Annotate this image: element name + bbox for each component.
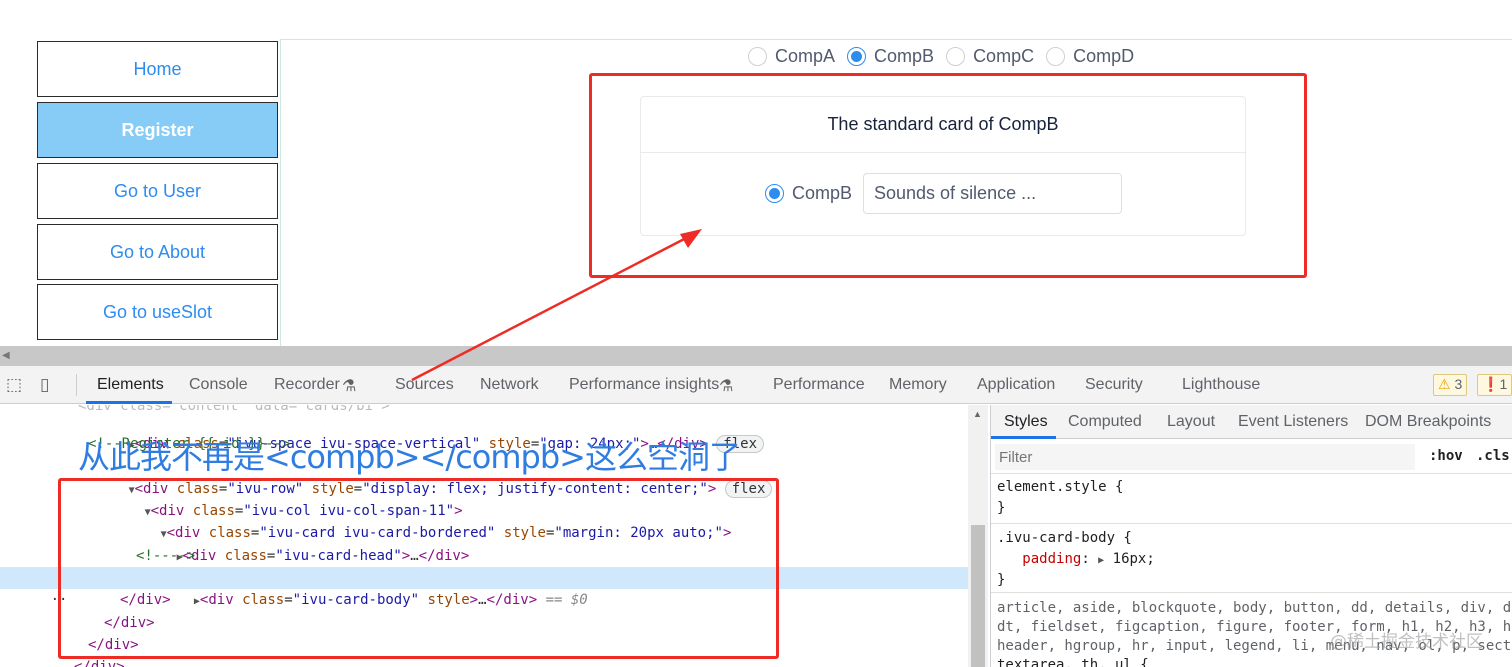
rule-selector[interactable]: .ivu-card-body { bbox=[991, 528, 1512, 549]
radio-compc[interactable]: CompC bbox=[946, 46, 1034, 67]
watermark: @稀土掘金技术社区 bbox=[1330, 632, 1483, 652]
devtools-resize-bar[interactable]: ◀ bbox=[0, 346, 1512, 366]
inspect-element-icon[interactable]: ⬚ bbox=[6, 375, 22, 395]
annotation-box-top bbox=[589, 73, 1307, 278]
tab-styles[interactable]: Styles bbox=[1004, 413, 1048, 431]
nav-go-to-about[interactable]: Go to About bbox=[37, 224, 278, 280]
nav-useslot-label: Go to useSlot bbox=[102, 301, 213, 322]
radio-circle[interactable] bbox=[946, 46, 966, 66]
rule-close: } bbox=[997, 500, 1006, 516]
warnings-badge[interactable]: ⚠ 3 bbox=[1433, 374, 1468, 396]
tab-performance-insights[interactable]: Performance insights bbox=[569, 376, 719, 394]
active-tab-indicator bbox=[86, 401, 172, 404]
flask-icon: ⚗ bbox=[719, 378, 734, 395]
rule-value[interactable]: 16px; bbox=[1113, 551, 1155, 567]
nav-register[interactable]: Register bbox=[37, 102, 278, 158]
rule-declaration[interactable]: padding: ▶ 16px; bbox=[991, 549, 1512, 570]
tab-console[interactable]: Console bbox=[189, 376, 248, 394]
hov-toggle[interactable]: :hov bbox=[1429, 448, 1463, 464]
issues-count: 1 bbox=[1499, 376, 1508, 392]
tab-event-listeners[interactable]: Event Listeners bbox=[1238, 413, 1348, 431]
radio-compb[interactable]: CompB bbox=[847, 46, 934, 67]
radio-compc-label: CompC bbox=[973, 45, 1035, 66]
tab-security[interactable]: Security bbox=[1085, 376, 1143, 394]
expand-triangle-icon[interactable]: ▶ bbox=[1098, 555, 1104, 566]
tab-recorder[interactable]: Recorder bbox=[274, 376, 340, 394]
styles-tabs: Styles Computed Layout Event Listeners D… bbox=[991, 405, 1512, 439]
cls-toggle[interactable]: .cls bbox=[1476, 448, 1510, 464]
tab-dom-breakpoints[interactable]: DOM Breakpoints bbox=[1365, 413, 1491, 431]
flask-icon: ⚗ bbox=[342, 378, 357, 395]
active-subtab-indicator bbox=[991, 436, 1056, 439]
warnings-count: 3 bbox=[1454, 376, 1463, 392]
nav-register-label: Register bbox=[121, 119, 194, 140]
tab-memory[interactable]: Memory bbox=[889, 376, 947, 394]
annotation-caption: 从此我不再是<compb></compb>这么空洞了 bbox=[78, 438, 741, 476]
tab-lighthouse[interactable]: Lighthouse bbox=[1182, 376, 1260, 394]
radio-compa-label: CompA bbox=[775, 45, 836, 66]
device-toolbar-icon[interactable]: ▯ bbox=[40, 375, 49, 395]
tree-line[interactable]: ▶<div class="ivu-space ivu-space-vertica… bbox=[78, 411, 765, 453]
tab-performance[interactable]: Performance bbox=[773, 376, 865, 394]
styles-filter-input[interactable] bbox=[995, 444, 1415, 470]
tab-computed[interactable]: Computed bbox=[1068, 413, 1142, 431]
rule-selector-line[interactable]: textarea, th, ul { bbox=[991, 656, 1512, 667]
annotation-box-bottom bbox=[58, 478, 779, 659]
radio-compa[interactable]: CompA bbox=[748, 46, 835, 67]
tab-elements[interactable]: Elements bbox=[97, 376, 164, 394]
radio-circle-checked[interactable] bbox=[847, 46, 867, 66]
issues-badge[interactable]: ❗1 bbox=[1477, 374, 1512, 396]
radio-compd[interactable]: CompD bbox=[1046, 46, 1134, 67]
radio-compb-label: CompB bbox=[874, 45, 935, 66]
radio-compd-label: CompD bbox=[1073, 45, 1135, 66]
elements-scrollbar[interactable]: ▲ bbox=[968, 405, 988, 667]
component-radio-group: CompA CompB CompC CompD bbox=[748, 44, 1146, 68]
devtools-toolbar: ⬚ ▯ Elements Console Recorder ⚗ Sources … bbox=[0, 366, 1512, 404]
scroll-left-icon[interactable]: ◀ bbox=[2, 350, 10, 361]
tab-application[interactable]: Application bbox=[977, 376, 1055, 394]
nav-home[interactable]: Home bbox=[37, 41, 278, 97]
ivu-card-body-rule: .ivu-card-body { padding: ▶ 16px; } bbox=[991, 523, 1512, 591]
nav-go-to-useslot[interactable]: Go to useSlot bbox=[37, 284, 278, 340]
rule-selector-line[interactable]: article, aside, blockquote, body, button… bbox=[991, 599, 1512, 618]
styles-filter-bar: :hov .cls bbox=[991, 440, 1512, 474]
element-style-rule: element.style { } bbox=[991, 477, 1512, 519]
scrollbar-thumb[interactable] bbox=[971, 525, 985, 667]
radio-circle[interactable] bbox=[748, 46, 767, 66]
radio-circle[interactable] bbox=[1046, 46, 1066, 66]
warning-icon: ⚠ bbox=[1438, 376, 1451, 392]
nav-user-label: Go to User bbox=[113, 180, 202, 201]
tab-layout[interactable]: Layout bbox=[1167, 413, 1215, 431]
tab-sources[interactable]: Sources bbox=[395, 376, 454, 394]
rule-close: } bbox=[997, 572, 1006, 588]
rule-selector[interactable]: element.style { bbox=[991, 477, 1512, 498]
rule-prop[interactable]: padding bbox=[1022, 551, 1081, 567]
nav-home-label: Home bbox=[133, 58, 182, 79]
nav-about-label: Go to About bbox=[109, 241, 206, 262]
scroll-up-icon[interactable]: ▲ bbox=[973, 409, 982, 419]
nav-go-to-user[interactable]: Go to User bbox=[37, 163, 278, 219]
issue-icon: ❗ bbox=[1482, 376, 1500, 392]
toolbar-divider bbox=[76, 374, 77, 396]
tab-network[interactable]: Network bbox=[480, 376, 539, 394]
app-page: Home Register Go to User Go to About Go … bbox=[0, 0, 1512, 346]
